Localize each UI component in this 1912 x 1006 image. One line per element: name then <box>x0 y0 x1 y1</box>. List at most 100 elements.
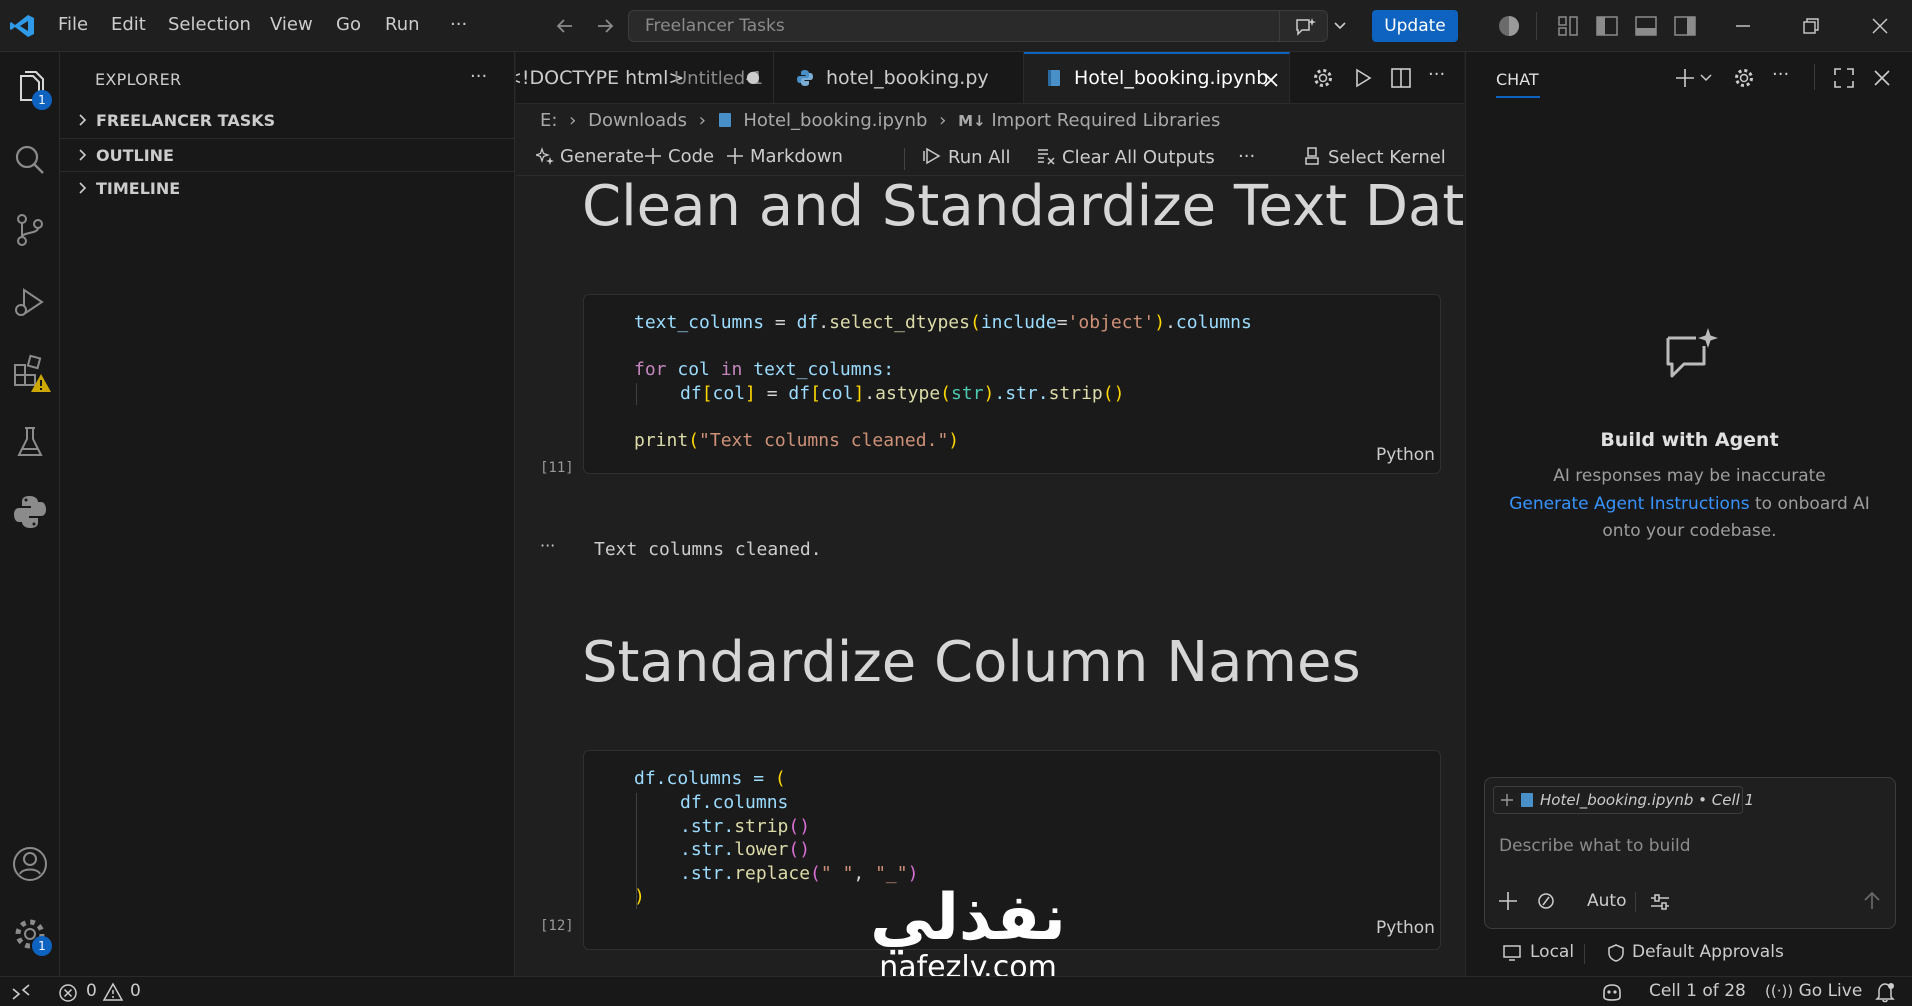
command-center-search[interactable]: Freelancer Tasks <box>628 10 1328 42</box>
configure-sliders-icon[interactable] <box>1649 891 1671 913</box>
output-more-button[interactable]: ··· <box>540 536 555 555</box>
toggle-panel-icon[interactable] <box>1633 13 1659 39</box>
default-approvals-button[interactable]: Default Approvals <box>1632 942 1784 962</box>
menu-go[interactable]: Go <box>336 14 361 35</box>
error-icon[interactable] <box>58 983 78 1003</box>
chevron-down-icon[interactable] <box>1697 68 1715 86</box>
send-arrow-up-icon[interactable] <box>1861 890 1883 912</box>
close-window-icon[interactable] <box>1867 13 1893 39</box>
explorer-icon[interactable]: 1 <box>10 68 52 110</box>
source-control-icon[interactable] <box>10 210 50 250</box>
restore-icon[interactable] <box>1798 13 1824 39</box>
generate-agent-instructions-link[interactable]: Generate Agent Instructions <box>1509 494 1749 514</box>
chat-more-button[interactable]: ··· <box>1772 64 1789 85</box>
tab-untitled-1[interactable]: <!DOCTYPE html> Untitled-1 ● <box>516 52 774 103</box>
cell-position[interactable]: Cell 1 of 28 <box>1649 981 1746 1001</box>
chat-title: Build with Agent <box>1600 429 1779 451</box>
python-icon[interactable] <box>10 492 50 532</box>
tab-dirty-indicator[interactable]: ● <box>746 67 760 86</box>
sparkle-icon <box>536 147 554 165</box>
update-button[interactable]: Update <box>1372 10 1458 42</box>
section-outline[interactable]: OUTLINE <box>60 138 515 171</box>
error-count[interactable]: 0 <box>86 981 97 1001</box>
breadcrumb-folder[interactable]: Downloads <box>588 110 687 131</box>
tabs-more-button[interactable]: ··· <box>1428 64 1445 85</box>
menu-run[interactable]: Run <box>385 14 420 35</box>
toggle-primary-sidebar-icon[interactable] <box>1594 13 1620 39</box>
back-arrow-icon[interactable] <box>552 13 578 39</box>
notebook-settings-gear-icon[interactable] <box>1311 66 1335 90</box>
explorer-sidebar: EXPLORER ··· FREELANCER TASKS OUTLINE TI… <box>60 52 515 976</box>
cell-language-label[interactable]: Python <box>1376 445 1435 465</box>
new-chat-plus-icon[interactable] <box>1673 66 1697 90</box>
tools-icon[interactable] <box>1537 892 1555 910</box>
context-label: Hotel_booking.ipynb • Cell 1 <box>1540 791 1755 809</box>
explorer-more-button[interactable]: ··· <box>470 66 487 87</box>
copilot-status-icon[interactable] <box>1600 980 1624 1004</box>
breadcrumb-section[interactable]: Import Required Libraries <box>991 110 1220 131</box>
markdown-heading-clean-text: Clean and Standardize Text Data <box>582 174 1499 239</box>
breadcrumb-file[interactable]: Hotel_booking.ipynb <box>743 110 927 131</box>
menu-view[interactable]: View <box>270 14 313 35</box>
remote-connection-icon[interactable] <box>10 981 32 1003</box>
warning-icon[interactable] <box>102 982 124 1002</box>
close-chat-icon[interactable] <box>1870 66 1894 90</box>
code-cell-11[interactable]: text_columns = df.select_dtypes(include=… <box>583 294 1441 474</box>
vscode-logo-icon[interactable] <box>8 12 36 40</box>
go-live-button[interactable]: ((·)) Go Live <box>1765 981 1862 1001</box>
mode-selector[interactable]: Auto <box>1587 891 1626 911</box>
menu-file[interactable]: File <box>58 14 88 35</box>
copilot-icon[interactable] <box>1496 13 1522 39</box>
maximize-icon[interactable] <box>1832 66 1856 90</box>
shield-icon[interactable] <box>1606 943 1626 963</box>
chat-sparkle-icon[interactable] <box>1293 15 1317 39</box>
customize-layout-icon[interactable] <box>1555 13 1581 39</box>
chat-input-placeholder[interactable]: Describe what to build <box>1499 836 1691 856</box>
chevron-right-icon <box>79 182 87 194</box>
breadcrumb-drive[interactable]: E: <box>540 110 557 131</box>
chat-settings-gear-icon[interactable] <box>1732 66 1756 90</box>
watermark-arabic: نفذلي <box>870 881 1066 955</box>
menu-edit[interactable]: Edit <box>111 14 146 35</box>
command-center-divider <box>1279 11 1280 41</box>
search-icon[interactable] <box>10 140 50 180</box>
toolbar-more-button[interactable]: ··· <box>1238 146 1255 167</box>
split-editor-icon[interactable] <box>1389 66 1413 90</box>
code-line: df[col] = df[col].astype(str).str.strip(… <box>680 383 1125 404</box>
minimize-icon[interactable] <box>1730 13 1756 39</box>
section-freelancer-tasks[interactable]: FREELANCER TASKS <box>60 104 515 137</box>
add-code-button[interactable]: Code <box>644 146 714 167</box>
testing-icon[interactable] <box>10 422 50 462</box>
add-markdown-button[interactable]: Markdown <box>726 146 843 167</box>
toggle-secondary-sidebar-icon[interactable] <box>1672 13 1698 39</box>
forward-arrow-icon[interactable] <box>592 13 618 39</box>
local-target-button[interactable]: Local <box>1530 942 1574 962</box>
tab-hotel-booking-ipynb[interactable]: Hotel_booking.ipynb <box>1024 52 1290 103</box>
run-play-icon[interactable] <box>1351 66 1375 90</box>
warning-count[interactable]: 0 <box>130 981 141 1001</box>
generate-button[interactable]: Generate <box>536 146 644 167</box>
extensions-icon[interactable] <box>10 352 51 392</box>
close-tab-icon[interactable] <box>1262 71 1280 89</box>
code-line: df.columns = ( <box>634 768 786 789</box>
menu-selection[interactable]: Selection <box>168 14 251 35</box>
chat-input-box[interactable]: Hotel_booking.ipynb • Cell 1 Describe wh… <box>1484 777 1896 929</box>
cell-language-label[interactable]: Python <box>1376 918 1435 938</box>
kernel-icon <box>1305 147 1319 165</box>
notifications-bell-icon[interactable] <box>1874 981 1896 1003</box>
select-kernel-button[interactable]: Select Kernel <box>1302 146 1446 168</box>
context-attachment[interactable]: Hotel_booking.ipynb • Cell 1 <box>1493 786 1754 814</box>
menu-more[interactable]: ··· <box>450 14 467 35</box>
section-timeline[interactable]: TIMELINE <box>60 171 515 204</box>
add-context-plus-icon[interactable] <box>1497 890 1519 912</box>
settings-gear-icon[interactable]: 1 <box>10 914 52 956</box>
run-debug-icon[interactable] <box>10 282 50 322</box>
indent-guide <box>636 383 637 405</box>
clear-all-outputs-button[interactable]: Clear All Outputs <box>1036 146 1215 168</box>
chat-tab[interactable]: CHAT <box>1496 70 1539 89</box>
accounts-icon[interactable] <box>10 844 50 884</box>
tab-hotel-booking-py[interactable]: hotel_booking.py <box>774 52 1024 103</box>
run-all-button[interactable]: Run All <box>922 146 1011 168</box>
chevron-down-icon[interactable] <box>1328 13 1352 39</box>
local-monitor-icon[interactable] <box>1502 943 1522 963</box>
